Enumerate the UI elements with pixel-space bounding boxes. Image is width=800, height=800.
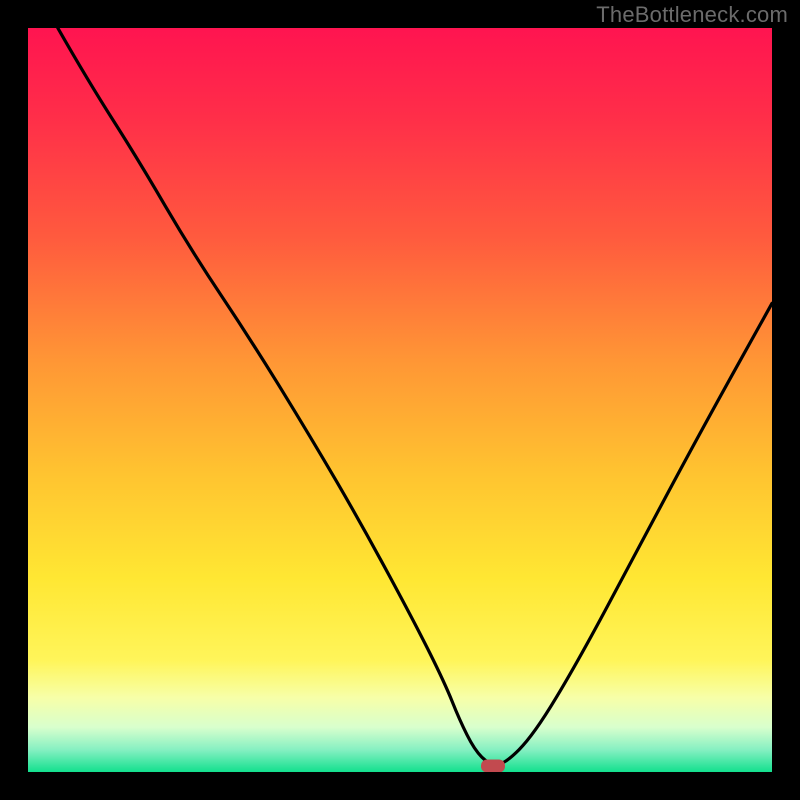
gradient-background [28, 28, 772, 772]
watermark-text: TheBottleneck.com [596, 2, 788, 28]
plot-area [28, 28, 772, 772]
chart-svg [28, 28, 772, 772]
optimum-marker [481, 760, 505, 773]
chart-container: TheBottleneck.com [0, 0, 800, 800]
